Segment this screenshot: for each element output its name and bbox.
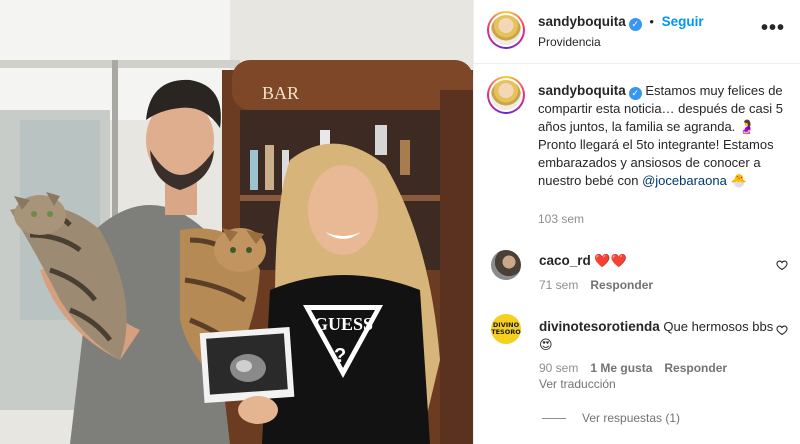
svg-text:?: ? xyxy=(334,345,346,367)
heart-outline-icon[interactable] xyxy=(776,259,788,271)
comment-avatar[interactable] xyxy=(491,250,521,280)
avatar-logo-text: DIVINO TESORO xyxy=(491,321,521,336)
post-caption: sandyboquita ✓ Estamos muy felices de com… xyxy=(538,82,788,191)
bar-sign: BAR xyxy=(262,83,299,103)
post-header: sandyboquita ✓ • Seguir Providencia ••• xyxy=(474,0,800,64)
comment-meta: 90 sem 1 Me gusta Responder xyxy=(539,361,727,375)
comment-username[interactable]: caco_rd xyxy=(539,253,591,268)
post-image: BAR GUESS ? xyxy=(0,0,473,444)
author-name-row: sandyboquita ✓ • Seguir xyxy=(538,14,704,31)
separator-dot: • xyxy=(649,14,654,29)
comment-avatar[interactable]: DIVINO TESORO xyxy=(491,314,521,344)
heart-outline-icon[interactable] xyxy=(776,324,788,336)
post-details-panel: sandyboquita ✓ • Seguir Providencia ••• s… xyxy=(473,0,800,444)
comment-item: divinotesorotienda Que hermosos bbs 😍 xyxy=(539,318,774,354)
see-translation-link[interactable]: Ver traducción xyxy=(539,377,616,391)
comment-timestamp[interactable]: 71 sem xyxy=(539,278,578,292)
post-location[interactable]: Providencia xyxy=(538,35,601,49)
verified-badge-icon: ✓ xyxy=(628,87,642,100)
view-replies-button[interactable]: Ver respuestas (1) xyxy=(542,411,680,425)
author-avatar[interactable] xyxy=(487,11,525,49)
author-username[interactable]: sandyboquita xyxy=(538,14,626,29)
caption-author-avatar[interactable] xyxy=(487,76,525,114)
caption-emoji: 🐣 xyxy=(730,174,747,189)
comment-item: caco_rd ❤️❤️ xyxy=(539,252,774,271)
more-options-icon[interactable]: ••• xyxy=(761,18,785,38)
caption-username[interactable]: sandyboquita xyxy=(538,83,626,98)
verified-badge-icon: ✓ xyxy=(628,18,642,31)
caption-mention[interactable]: @jocebaraona xyxy=(642,173,727,188)
comment-username[interactable]: divinotesorotienda xyxy=(539,319,660,334)
comment-text: ❤️❤️ xyxy=(594,254,627,269)
reply-button[interactable]: Responder xyxy=(664,361,727,375)
comment-likes[interactable]: 1 Me gusta xyxy=(590,361,652,375)
caption-timestamp[interactable]: 103 sem xyxy=(538,212,584,226)
svg-text:GUESS: GUESS xyxy=(314,314,373,334)
reply-button[interactable]: Responder xyxy=(590,278,653,292)
comment-meta: 71 sem Responder xyxy=(539,278,653,292)
follow-button[interactable]: Seguir xyxy=(662,14,704,29)
post-photo[interactable]: BAR GUESS ? xyxy=(0,0,473,444)
comment-timestamp[interactable]: 90 sem xyxy=(539,361,578,375)
